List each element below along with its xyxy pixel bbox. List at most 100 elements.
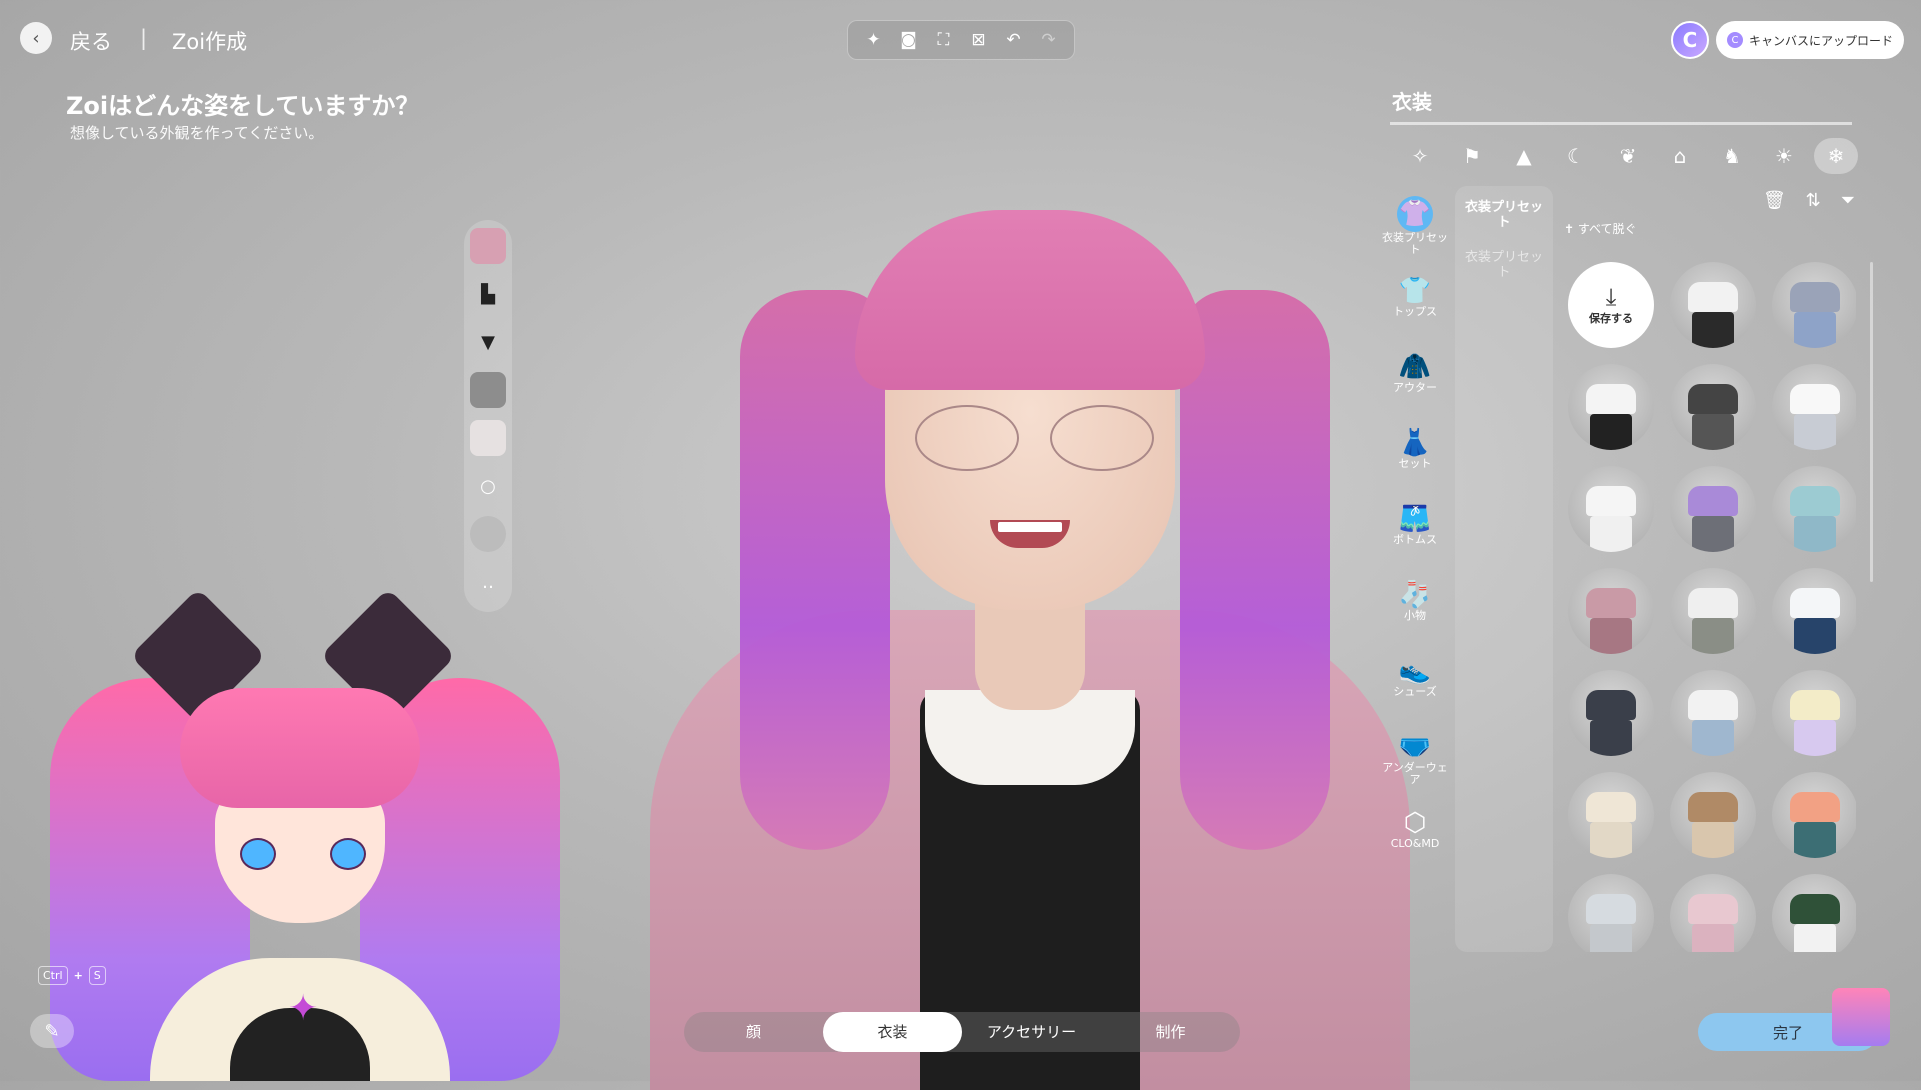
snow-icon[interactable]: ❄ [1814,138,1858,174]
vtuber-thumbnail [1832,988,1890,1046]
category-outer[interactable]: 🧥 アウター [1380,352,1450,394]
sort-icon[interactable]: ⇅ [1806,190,1821,211]
layer-jacket-icon[interactable] [470,228,506,264]
fox-icon[interactable]: ♞ [1710,138,1754,174]
outfit-thumbnail[interactable] [1568,874,1654,952]
outfit-thumbnail[interactable] [1670,568,1756,654]
outfit-thumbnail[interactable] [1670,364,1756,450]
outfit-thumbnail[interactable] [1772,262,1856,348]
preset-tab[interactable]: 衣装プリセット [1461,250,1547,280]
outfit-thumbnail[interactable] [1670,262,1756,348]
preset-tab-active[interactable]: 衣装プリセット [1461,200,1547,230]
tab-accessory[interactable]: アクセサリー [962,1012,1101,1052]
hat-icon[interactable]: ⌂ [1658,138,1702,174]
person-icon: ✝ [1564,222,1578,236]
outfit-bottom-swatch [1794,822,1836,858]
category-bottoms[interactable]: 🩳 ボトムス [1380,504,1450,546]
outfit-thumbnail[interactable] [1772,874,1856,952]
save-preset-button[interactable]: ⤓ 保存する [1568,262,1654,348]
outfit-thumbnail[interactable] [1772,466,1856,552]
redo-icon[interactable]: ↷ [1036,30,1062,50]
filter-icon[interactable]: ⏷ [1841,190,1855,211]
outfit-thumbnail[interactable] [1568,670,1654,756]
category-accessories[interactable]: 🧦 小物 [1380,580,1450,622]
theme-category-row: ✧ ⚑ ▲ ☾ ❦ ⌂ ♞ ☀ ❄ [1398,136,1858,176]
vtuber-star-pendant: ✦ [288,988,319,1029]
category-label: 衣装プリセット [1382,231,1448,256]
clo-icon: ⬡ [1403,808,1427,838]
viewport-toolbar: ✦ ◙ ⛶ ⊠ ↶ ↷ [847,20,1075,60]
category-label: セット [1398,457,1432,470]
top-bar: ‹ 戻る | Zoi作成 ✦ ◙ ⛶ ⊠ ↶ ↷ C C キャンバスにアップロー… [0,0,1921,80]
plus-sign: + [73,969,83,982]
glasses [915,405,1155,475]
weather-icon[interactable]: ☀ [1762,138,1806,174]
outfit-thumbnail[interactable] [1772,364,1856,450]
character-preview[interactable] [620,190,1440,1090]
tab-outfit[interactable]: 衣装 [823,1012,962,1052]
outfit-top-swatch [1688,384,1738,414]
category-tops[interactable]: 👕 トップス [1380,276,1450,318]
outfit-bottom-swatch [1590,414,1632,450]
preset-subcategory-column: 衣装プリセット 衣装プリセット [1455,186,1553,952]
outfit-thumbnail[interactable] [1670,670,1756,756]
outfit-thumbnail[interactable] [1772,772,1856,858]
outfit-top-swatch [1688,486,1738,516]
layer-boots-icon[interactable]: ▙ [470,276,506,312]
outfit-bottom-swatch [1590,516,1632,552]
category-shoes[interactable]: 👟 シューズ [1380,656,1450,698]
panel-divider [1390,122,1852,125]
outfit-thumbnail[interactable] [1670,466,1756,552]
outfit-thumbnail[interactable] [1772,568,1856,654]
upload-to-canvas-button[interactable]: C キャンバスにアップロード [1716,21,1904,59]
back-label[interactable]: 戻る [70,26,112,56]
camera-icon[interactable]: ◙ [896,30,922,50]
outfit-top-swatch [1586,690,1636,720]
outfit-thumbnail[interactable] [1568,772,1654,858]
frame-icon[interactable]: ⊠ [966,30,992,50]
outfit-thumbnail[interactable] [1670,874,1756,952]
gift-icon[interactable]: ⚑ [1450,138,1494,174]
grid-scrollbar[interactable] [1870,262,1873,582]
layer-gloves-icon[interactable] [470,420,506,456]
chevron-left-icon: ‹ [32,27,40,49]
category-label: アウター [1393,381,1437,394]
outfit-thumbnail[interactable] [1568,466,1654,552]
sparkle-icon[interactable]: ✦ [861,30,887,50]
strip-all-button[interactable]: ✝ すべて脱ぐ [1564,220,1637,237]
tab-create[interactable]: 制作 [1101,1012,1240,1052]
layer-face-icon[interactable] [470,516,506,552]
layer-pants-icon[interactable] [470,372,506,408]
outfit-thumbnail[interactable] [1670,772,1756,858]
focus-icon[interactable]: ⛶ [931,30,957,50]
layer-ring-icon[interactable]: ○ [470,468,506,504]
outfit-thumbnail[interactable] [1568,568,1654,654]
outfit-top-swatch [1586,384,1636,414]
category-set[interactable]: 👗 セット [1380,428,1450,470]
outfit-bottom-swatch [1692,618,1734,654]
user-avatar[interactable]: C [1671,21,1709,59]
moon-icon[interactable]: ☾ [1554,138,1598,174]
category-preset[interactable]: 👚 衣装プリセット [1380,196,1450,256]
layer-dress-icon[interactable]: ▼ [470,324,506,360]
outfit-thumbnail[interactable] [1568,364,1654,450]
grid-tools: 🗑 ⇅ ⏷ [1763,190,1855,211]
category-underwear[interactable]: 🩲 アンダーウェア [1380,732,1450,786]
layer-eyes-icon[interactable]: ‥ [470,564,506,600]
preset-icon: 👚 [1397,196,1433,232]
outfit-top-swatch [1688,282,1738,312]
back-button[interactable]: ‹ [20,22,52,54]
outfit-thumbnail[interactable] [1772,670,1856,756]
outfit-top-swatch [1586,588,1636,618]
undo-icon[interactable]: ↶ [1001,30,1027,50]
magic-icon[interactable]: ✧ [1398,138,1442,174]
category-clo-md[interactable]: ⬡ CLO&MD [1380,808,1450,850]
leaf-icon[interactable]: ❦ [1606,138,1650,174]
category-label: 小物 [1404,609,1426,622]
outer-icon: 🧥 [1398,352,1432,382]
outfit-top-swatch [1586,894,1636,924]
tab-face[interactable]: 顔 [684,1012,823,1052]
trash-icon[interactable]: 🗑 [1763,190,1786,211]
magic-wand-button[interactable]: ✎ [30,1014,74,1048]
graduation-icon[interactable]: ▲ [1502,138,1546,174]
